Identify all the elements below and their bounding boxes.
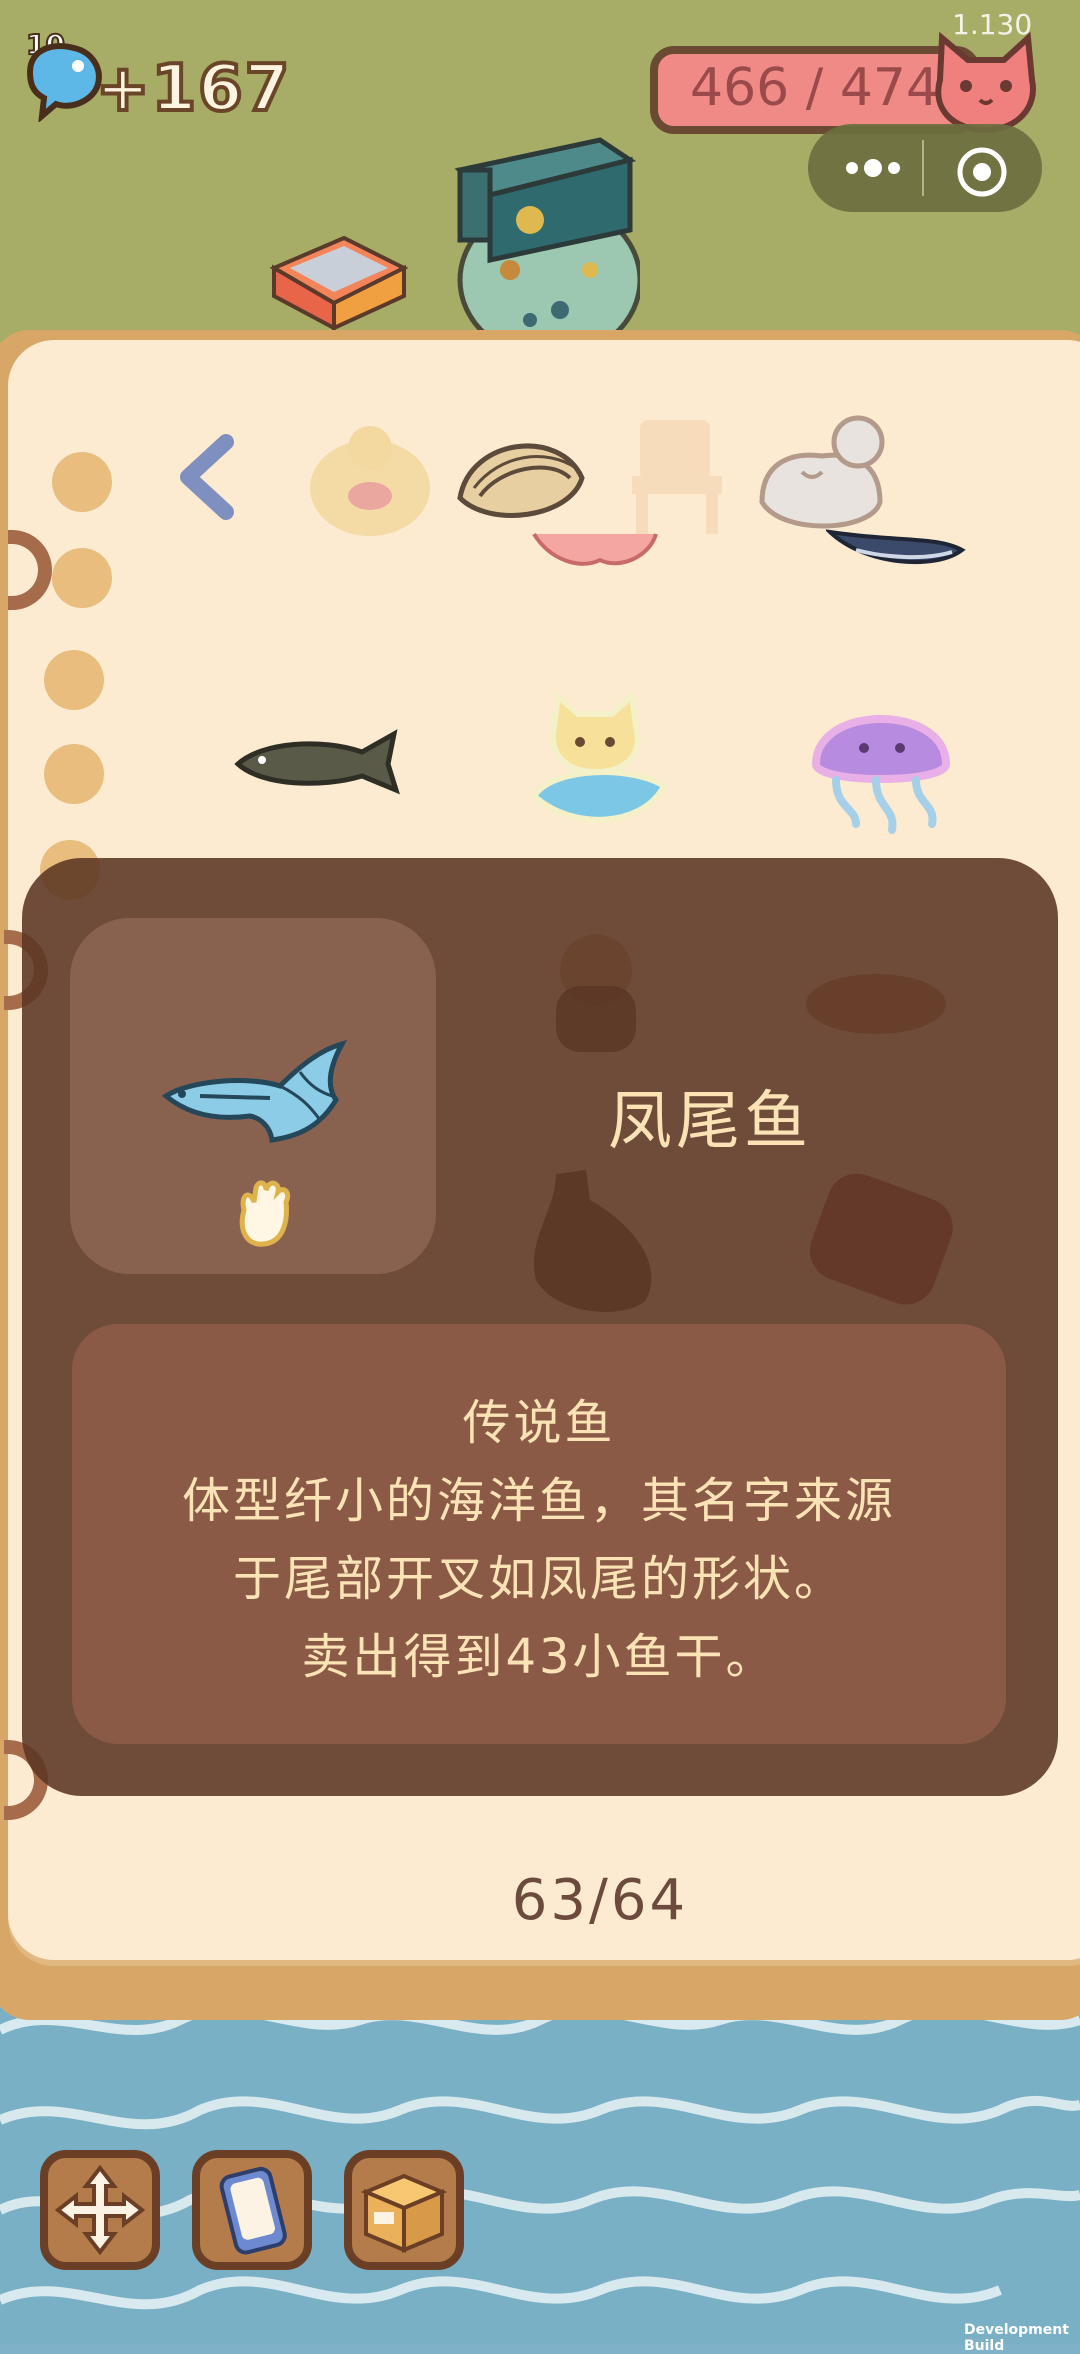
shell-tab-icon[interactable] [450, 418, 590, 548]
binder-hole [52, 548, 112, 608]
more-menu-icon[interactable] [838, 150, 908, 186]
move-arrows-icon [54, 2164, 146, 2256]
development-build-label: Development Build [964, 2322, 1069, 2354]
aquarium-decoration-icon[interactable] [450, 120, 640, 360]
phoenix-tail-fish-icon [161, 1040, 348, 1143]
binder-hole [52, 452, 112, 512]
coral-item-icon[interactable] [530, 530, 660, 576]
chair-tab-icon[interactable] [610, 410, 750, 540]
snakehead-fish-icon[interactable] [232, 724, 402, 798]
sell-price-line: 卖出得到43小鱼干。 [301, 1629, 777, 1685]
exp-text: 466 / 474 [690, 58, 940, 118]
capsule-divider [922, 140, 924, 196]
currency-count: +167 [94, 50, 292, 128]
water-floor [0, 1990, 1080, 2344]
description-line: 体型纤小的海洋鱼，其名字来源 [181, 1473, 896, 1529]
cat-tab-icon[interactable] [752, 412, 892, 542]
jellyfish-icon[interactable] [796, 684, 966, 834]
fish-category: 传说鱼 [462, 1395, 616, 1451]
back-arrow-icon[interactable] [170, 432, 240, 522]
cardboard-box-icon [360, 2173, 448, 2254]
mermaid-cat-fish-icon[interactable] [514, 686, 684, 836]
whale-item-icon[interactable] [826, 526, 966, 574]
fish-name-label: 凤尾鱼 [608, 1085, 812, 1159]
phone-icon [219, 2166, 287, 2255]
page-counter: 63/64 [511, 1868, 689, 1933]
fish-description: 传说鱼 体型纤小的海洋鱼，其名字来源 于尾部开叉如凤尾的形状。 卖出得到43小鱼… [72, 1384, 1006, 1696]
close-miniprogram-icon[interactable] [954, 144, 1010, 200]
tray-decoration-icon[interactable] [264, 228, 412, 338]
description-line: 于尾部开叉如凤尾的形状。 [232, 1551, 845, 1607]
storage-box-button[interactable] [344, 2150, 464, 2270]
move-tool-button[interactable] [40, 2150, 160, 2270]
duck-tab-icon[interactable] [298, 410, 438, 540]
tap-hand-icon [239, 1180, 291, 1247]
binder-hole [44, 744, 104, 804]
phone-tool-button[interactable] [192, 2150, 312, 2270]
binder-hole [44, 650, 104, 710]
